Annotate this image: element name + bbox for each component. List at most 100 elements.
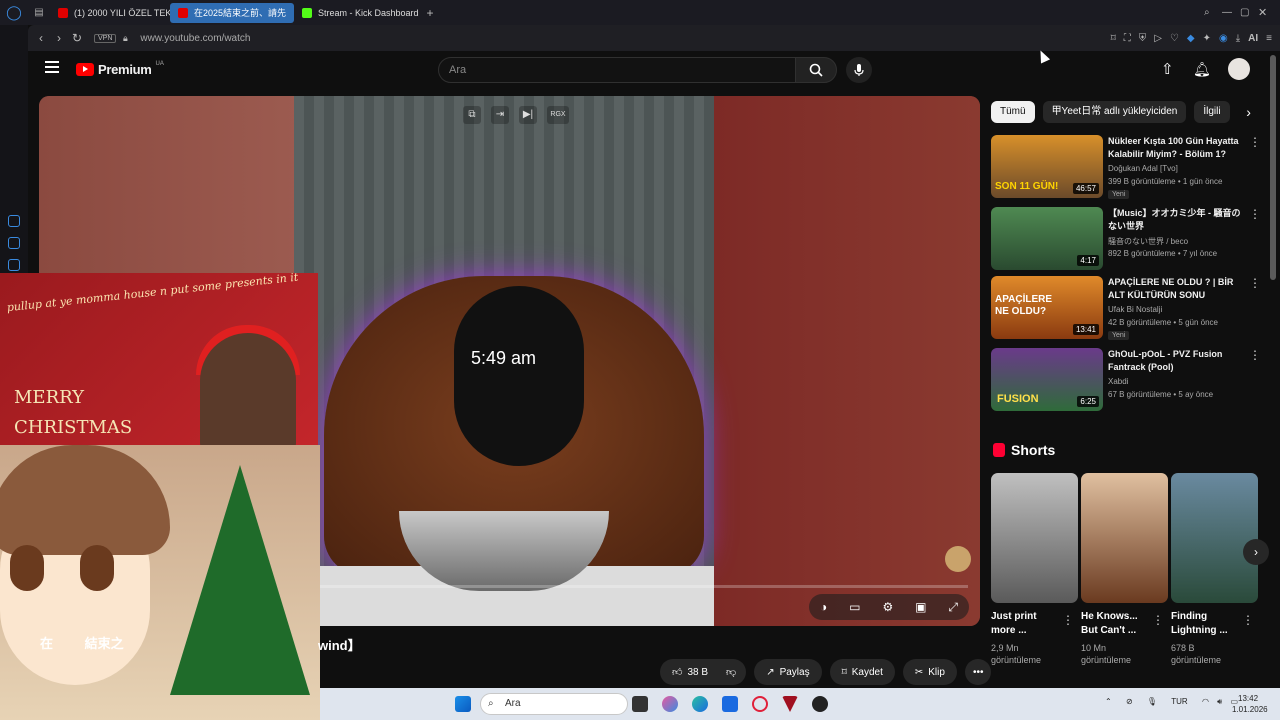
account-icon[interactable]: ◉: [1219, 33, 1228, 44]
rgx-button[interactable]: RGX: [547, 106, 569, 124]
new-tab-button[interactable]: +: [420, 6, 440, 20]
vpn-badge[interactable]: VPN: [94, 33, 117, 43]
back-icon[interactable]: ‹: [32, 31, 50, 45]
maximize-icon[interactable]: ▢: [1240, 7, 1258, 18]
adblock-icon[interactable]: ⛨: [1139, 33, 1147, 44]
windows-start-icon[interactable]: [455, 696, 471, 712]
short-title[interactable]: He Knows... But Can't ...: [1081, 610, 1153, 638]
hamburger-menu-icon[interactable]: [45, 61, 59, 73]
clock-time[interactable]: 13:42: [1238, 694, 1258, 703]
volume-icon[interactable]: 🔊︎: [1217, 697, 1222, 706]
recommendation-item[interactable]: 4:17 【Music】オオカミ少年 - 騒音のない世界 騒音のない世界 / b…: [991, 207, 1261, 271]
chip-from-uploader[interactable]: 甲Yeet日常 adlı yükleyiciden: [1042, 101, 1187, 123]
chip-all[interactable]: Tümü: [991, 101, 1035, 123]
chips-next-chevron-icon[interactable]: ›: [1238, 101, 1260, 123]
shorts-next-chevron-icon[interactable]: ›: [1243, 539, 1269, 565]
more-options-icon[interactable]: ⋮: [1249, 348, 1261, 362]
app-taskbar-icon[interactable]: [782, 696, 798, 712]
miniplayer-icon[interactable]: ⧉: [463, 106, 481, 124]
edge-icon[interactable]: [692, 696, 708, 712]
more-options-icon[interactable]: ⋮: [1152, 613, 1164, 627]
upload-icon[interactable]: ⇧: [1161, 60, 1174, 78]
tray-mic-icon[interactable]: 🎙︎: [1147, 697, 1157, 706]
popout-icon[interactable]: ⇥: [491, 106, 509, 124]
close-window-icon[interactable]: ✕: [1258, 6, 1280, 19]
theater-mode-icon[interactable]: ▣: [915, 600, 926, 614]
video-title[interactable]: 【Music】オオカミ少年 - 騒音のない世界: [1108, 207, 1246, 233]
tray-chevron-icon[interactable]: ⌃: [1105, 697, 1112, 706]
task-view-icon[interactable]: [632, 696, 648, 712]
recommendation-item[interactable]: FUSION 6:25 GhOuL-pOoL - PVZ Fusion Fant…: [991, 348, 1261, 412]
video-thumbnail[interactable]: SON 11 GÜN! 46:57: [991, 135, 1103, 198]
video-title[interactable]: GhOuL-pOoL - PVZ Fusion Fantrack (Pool): [1108, 348, 1246, 374]
channel-watermark[interactable]: [945, 546, 971, 572]
short-thumbnail[interactable]: [1171, 473, 1258, 603]
wifi-icon[interactable]: ◠: [1202, 697, 1209, 706]
search-input[interactable]: Ara: [438, 57, 796, 83]
tray-network-icon[interactable]: ⊘: [1126, 697, 1133, 706]
dislike-button[interactable]: 👎︎: [716, 659, 747, 685]
media-taskbar-icon[interactable]: [812, 696, 828, 712]
short-title[interactable]: Finding Lightning ...: [1171, 610, 1243, 638]
avatar[interactable]: [1228, 58, 1250, 80]
short-title[interactable]: Just print more ...: [991, 610, 1063, 638]
notifications-bell-icon[interactable]: 🔔︎: [1193, 61, 1211, 78]
subtitles-icon[interactable]: ▭: [849, 600, 860, 614]
more-options-icon[interactable]: ⋮: [1062, 613, 1074, 627]
download-icon[interactable]: ⤓: [1236, 33, 1240, 44]
history-icon[interactable]: [8, 215, 20, 227]
settings-gear-icon[interactable]: ⚙: [882, 600, 893, 614]
more-options-icon[interactable]: ⋮: [1249, 207, 1261, 221]
menu-icon[interactable]: ≡: [1266, 33, 1272, 44]
search-tabs-icon[interactable]: ⌕: [1204, 7, 1222, 18]
browser-tab-1[interactable]: (1) 2000 YILI ÖZEL TEKIN: [50, 3, 170, 23]
short-item[interactable]: Finding Lightning ... 678 B görüntüleme …: [1171, 473, 1258, 673]
chip-related[interactable]: İlgili: [1194, 101, 1230, 123]
recommendation-item[interactable]: SON 11 GÜN! 46:57 Nükleer Kışta 100 Gün …: [991, 135, 1261, 199]
language-indicator[interactable]: TUR: [1171, 697, 1187, 706]
channel-name[interactable]: 騒音のない世界 / beco: [1108, 236, 1188, 247]
ai-label[interactable]: AI: [1248, 33, 1258, 44]
reload-icon[interactable]: ↻: [68, 31, 86, 45]
video-thumbnail[interactable]: 4:17: [991, 207, 1103, 270]
more-options-icon[interactable]: ⋮: [1249, 135, 1261, 149]
more-options-icon[interactable]: ⋮: [1242, 613, 1254, 627]
recommendation-item[interactable]: APAÇİLERE NE OLDU? 13:41 APAÇİLERE NE OL…: [991, 276, 1261, 340]
autoplay-toggle[interactable]: ◑: [820, 600, 827, 614]
copilot-icon[interactable]: [662, 696, 678, 712]
share-button[interactable]: ↗ Paylaş: [754, 659, 822, 685]
channel-name[interactable]: Ufak Bi Nostalji: [1108, 305, 1162, 314]
save-button[interactable]: ⌑ Kaydet: [829, 659, 895, 685]
clock-date[interactable]: 1.01.2026: [1232, 705, 1268, 714]
heart-icon[interactable]: ♡: [1170, 33, 1179, 44]
video-thumbnail[interactable]: APAÇİLERE NE OLDU? 13:41: [991, 276, 1103, 339]
voice-search-button[interactable]: [846, 57, 872, 83]
puzzle-icon[interactable]: ✦: [1203, 33, 1211, 44]
more-options-icon[interactable]: ⋮: [1249, 276, 1261, 290]
lock-icon[interactable]: 🔒︎: [116, 33, 134, 44]
search-button[interactable]: [795, 57, 837, 83]
short-item[interactable]: He Knows... But Can't ... 10 Mn görüntül…: [1081, 473, 1168, 673]
store-icon[interactable]: [722, 696, 738, 712]
taskbar-search-input[interactable]: Ara: [480, 693, 628, 715]
url-field[interactable]: www.youtube.com/watch: [140, 33, 250, 44]
skip-icon[interactable]: ▶|: [519, 106, 537, 124]
like-button[interactable]: 👍︎ 38 B: [660, 659, 717, 685]
more-actions-button[interactable]: •••: [964, 659, 992, 685]
video-thumbnail[interactable]: FUSION 6:25: [991, 348, 1103, 411]
fullscreen-icon[interactable]: ⤢: [948, 600, 958, 615]
short-item[interactable]: Just print more ... 2,9 Mn görüntüleme ⋮: [991, 473, 1078, 673]
short-thumbnail[interactable]: [1081, 473, 1168, 603]
browser-tab-2-active[interactable]: 在2025結束之前、請先: [170, 2, 294, 23]
youtube-logo[interactable]: Premium UA: [76, 61, 164, 77]
tab-menu-icon[interactable]: ▤: [28, 7, 50, 18]
channel-name[interactable]: Xabdi: [1108, 377, 1128, 386]
browser-tab-3[interactable]: Stream - Kick Dashboard: [294, 3, 420, 23]
minimize-icon[interactable]: —: [1222, 7, 1240, 18]
video-title[interactable]: APAÇİLERE NE OLDU ? | BİR ALT KÜLTÜRÜN S…: [1108, 276, 1246, 302]
snapshot-icon[interactable]: ⛶: [1124, 33, 1131, 44]
downloads-icon[interactable]: [8, 237, 20, 249]
forward-icon[interactable]: ›: [50, 31, 68, 45]
opera-logo-icon[interactable]: ◯: [0, 4, 28, 21]
video-title[interactable]: Nükleer Kışta 100 Gün Hayatta Kalabilir …: [1108, 135, 1246, 161]
